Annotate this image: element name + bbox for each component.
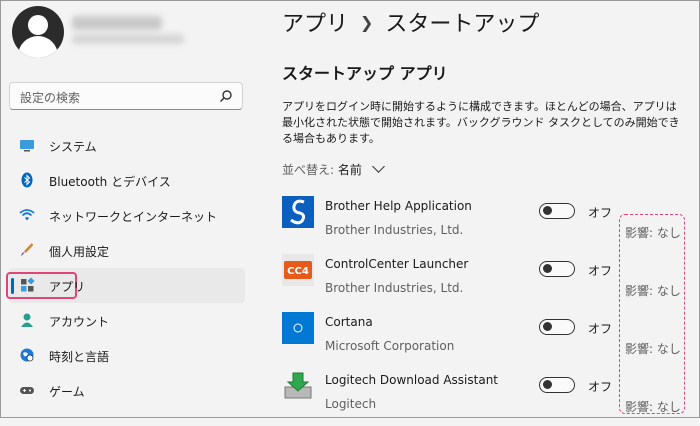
section-description: アプリをログイン時に開始するように構成できます。ほとんどの場合、アプリは最小化さ… bbox=[282, 100, 680, 145]
sidebar-item-label: システム bbox=[49, 140, 97, 154]
search-input[interactable]: 設定の検索 bbox=[9, 82, 243, 110]
section-title: スタートアップ アプリ bbox=[282, 64, 448, 83]
sidebar-item-label: 時刻と言語 bbox=[49, 350, 110, 364]
avatar[interactable] bbox=[12, 6, 64, 58]
search-icon[interactable] bbox=[219, 89, 233, 103]
apps-icon bbox=[21, 277, 35, 292]
app-name: Logitech Download Assistant bbox=[325, 373, 499, 387]
sidebar-item-label: ゲーム bbox=[49, 385, 85, 399]
bluetooth-icon bbox=[21, 172, 33, 188]
sidebar-item-personalization[interactable]: 個人用設定 bbox=[9, 233, 245, 268]
sidebar-item-accounts[interactable]: アカウント bbox=[9, 303, 245, 338]
sidebar-item-label: ネットワークとインターネット bbox=[49, 210, 218, 224]
app-publisher: Brother Industries, Ltd. bbox=[325, 281, 464, 295]
toggle-state: オフ bbox=[588, 264, 613, 278]
breadcrumb-apps[interactable]: アプリ bbox=[282, 12, 348, 37]
controlcenter-icon: CC4 bbox=[282, 254, 314, 286]
sidebar-item-network[interactable]: ネットワークとインターネット bbox=[9, 198, 245, 233]
sidebar-nav: システム Bluetooth とデバイス ネットワークとインターネット 個人用設… bbox=[6, 128, 245, 408]
sidebar-item-label: Bluetooth とデバイス bbox=[49, 175, 171, 189]
brother-help-icon bbox=[282, 196, 314, 228]
startup-toggle[interactable] bbox=[539, 261, 575, 277]
user-name-blurred bbox=[72, 16, 162, 30]
app-name: ControlCenter Launcher bbox=[325, 257, 469, 271]
app-publisher: Brother Industries, Ltd. bbox=[325, 223, 464, 237]
startup-toggle[interactable] bbox=[539, 203, 575, 219]
wifi-icon bbox=[19, 209, 35, 221]
search-placeholder: 設定の検索 bbox=[20, 91, 81, 105]
sort-label: 並べ替え: bbox=[282, 163, 335, 177]
chevron-right-icon: ❯ bbox=[360, 13, 374, 32]
app-publisher: Logitech bbox=[325, 397, 377, 411]
logitech-download-icon bbox=[282, 370, 314, 402]
sidebar-item-label: アプリ bbox=[49, 280, 86, 294]
gamepad-icon bbox=[20, 387, 34, 394]
sidebar-item-bluetooth[interactable]: Bluetooth とデバイス bbox=[9, 163, 245, 198]
sidebar-item-label: 個人用設定 bbox=[49, 245, 110, 259]
svg-text:CC4: CC4 bbox=[287, 266, 309, 277]
impact-highlight-box bbox=[619, 214, 685, 414]
toggle-state: オフ bbox=[588, 206, 613, 220]
sort-dropdown[interactable]: 並べ替え: 名前 bbox=[282, 160, 385, 178]
sidebar-item-gaming[interactable]: ゲーム bbox=[9, 373, 245, 408]
person-icon bbox=[21, 313, 33, 327]
cortana-icon bbox=[282, 312, 314, 344]
brush-icon bbox=[21, 243, 34, 257]
sidebar-item-apps[interactable]: アプリ bbox=[6, 268, 245, 303]
sidebar-item-system[interactable]: システム bbox=[9, 128, 245, 163]
sidebar-item-label: アカウント bbox=[49, 315, 110, 329]
app-name: Cortana bbox=[325, 315, 373, 329]
breadcrumb: アプリ ❯ スタートアップ bbox=[282, 6, 539, 38]
monitor-icon bbox=[20, 140, 34, 152]
toggle-state: オフ bbox=[588, 322, 613, 336]
breadcrumb-current: スタートアップ bbox=[385, 12, 540, 37]
toggle-state: オフ bbox=[588, 380, 613, 394]
sidebar-item-time-language[interactable]: 時刻と言語 bbox=[9, 338, 245, 373]
startup-toggle[interactable] bbox=[539, 319, 575, 335]
globe-clock-icon bbox=[20, 348, 34, 362]
startup-toggle[interactable] bbox=[539, 377, 575, 393]
app-name: Brother Help Application bbox=[325, 199, 472, 213]
app-publisher: Microsoft Corporation bbox=[325, 339, 455, 353]
sort-value: 名前 bbox=[337, 163, 362, 177]
chevron-down-icon bbox=[371, 160, 385, 173]
user-email-blurred bbox=[72, 34, 184, 44]
